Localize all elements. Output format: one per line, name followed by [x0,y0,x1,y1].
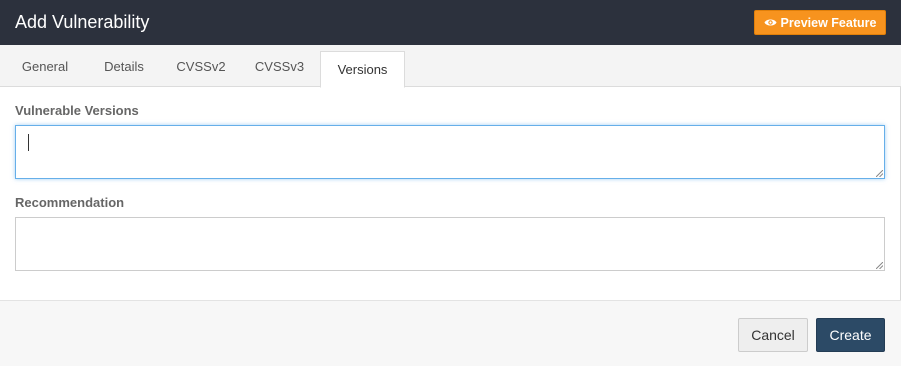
tab-general[interactable]: General [7,45,83,87]
tab-versions[interactable]: Versions [320,51,405,88]
recommendation-field[interactable] [15,217,885,271]
vulnerable-versions-field[interactable] [15,125,885,179]
preview-feature-label: Preview Feature [780,15,877,30]
create-button[interactable]: Create [816,318,885,352]
text-cursor [28,134,29,151]
eye-icon [764,18,777,27]
dialog-header: Add Vulnerability Preview Feature [0,0,901,45]
cancel-button[interactable]: Cancel [738,318,808,352]
preview-feature-button[interactable]: Preview Feature [754,10,886,35]
tab-details[interactable]: Details [88,45,160,87]
dialog-title: Add Vulnerability [15,12,150,32]
tab-cvssv2[interactable]: CVSSv2 [165,45,237,87]
recommendation-label: Recommendation [15,195,125,210]
tab-bar: General Details CVSSv2 CVSSv3 Versions [0,45,901,88]
add-vulnerability-dialog: Add Vulnerability Preview Feature Genera… [0,0,901,366]
dialog-footer: Cancel Create [0,300,901,366]
tab-cvssv3[interactable]: CVSSv3 [243,45,316,87]
vulnerable-versions-label: Vulnerable Versions [15,103,139,118]
